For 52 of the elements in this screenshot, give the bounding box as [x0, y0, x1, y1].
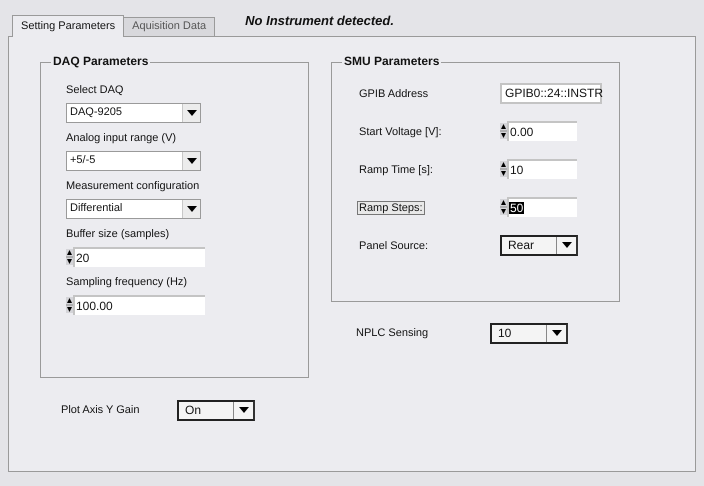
field-label: Start Voltage [V]: [358, 125, 443, 139]
numeric-field[interactable]: 0.00 [507, 121, 577, 141]
dropdown[interactable]: Differential [66, 198, 201, 218]
dropdown-arrow-icon [552, 330, 562, 336]
field-label: Sampling frequency (Hz) [66, 274, 188, 288]
dropdown-arrow-icon [562, 242, 572, 248]
field-label: Measurement configuration [66, 178, 200, 192]
dropdown[interactable]: DAQ-9205 [66, 102, 201, 122]
numeric-value: 50 [509, 202, 524, 214]
dropdown-value: On [184, 404, 202, 416]
numeric-field[interactable]: 50 [507, 197, 577, 217]
field-label: Ramp Time [s]: [358, 163, 434, 177]
dropdown-arrow-icon [238, 407, 248, 413]
field-label: Buffer size (samples) [66, 226, 170, 240]
numeric-value: 0.00 [509, 126, 534, 138]
text-value: GPIB0::24::INSTR [505, 87, 604, 99]
numeric-value: 20 [75, 252, 90, 264]
tab[interactable]: Aquisition Data [124, 16, 216, 36]
dropdown-value: Rear [507, 239, 536, 251]
ring-dropdown[interactable]: 10 [490, 322, 568, 344]
numeric-value: 100.00 [75, 300, 114, 312]
tab[interactable]: Setting Parameters [12, 14, 124, 36]
dropdown-arrow-icon [186, 206, 196, 212]
spinner-arrows-icon[interactable] [66, 248, 73, 264]
field-label: Ramp Steps: [357, 201, 425, 215]
spinner-arrows-icon[interactable] [500, 123, 507, 139]
dropdown-arrow-icon [186, 110, 196, 116]
spinner-arrows-icon[interactable] [500, 199, 507, 215]
spinner-arrows-icon[interactable] [66, 296, 73, 312]
dropdown-value: DAQ-9205 [69, 107, 123, 118]
field-label: Panel Source: [358, 239, 430, 253]
dropdown[interactable]: +5/-5 [66, 150, 201, 170]
field-label: NPLC Sensing [356, 326, 430, 341]
field-label: Select DAQ [66, 82, 124, 96]
numeric-field[interactable]: 10 [507, 159, 577, 179]
numeric-value: 10 [509, 164, 524, 176]
ring-dropdown[interactable]: On [177, 400, 255, 420]
numeric-field[interactable]: 20 [73, 246, 205, 266]
dropdown-value: Differential [69, 203, 124, 214]
ring-dropdown[interactable]: Rear [500, 234, 578, 256]
group-title: SMU Parameters [342, 54, 442, 66]
dropdown-value: +5/-5 [69, 155, 96, 166]
dropdown-value: 10 [497, 327, 512, 339]
spinner-arrows-icon[interactable] [500, 161, 507, 177]
group-title: DAQ Parameters [51, 54, 150, 66]
field-label: Plot Axis Y Gain [61, 402, 140, 418]
text-field[interactable]: GPIB0::24::INSTR [500, 82, 602, 104]
status-message: No Instrument detected. [245, 12, 394, 30]
numeric-field[interactable]: 100.00 [73, 294, 205, 314]
field-label: Analog input range (V) [66, 130, 178, 144]
dropdown-arrow-icon [186, 158, 196, 164]
field-label: GPIB Address [358, 87, 430, 101]
